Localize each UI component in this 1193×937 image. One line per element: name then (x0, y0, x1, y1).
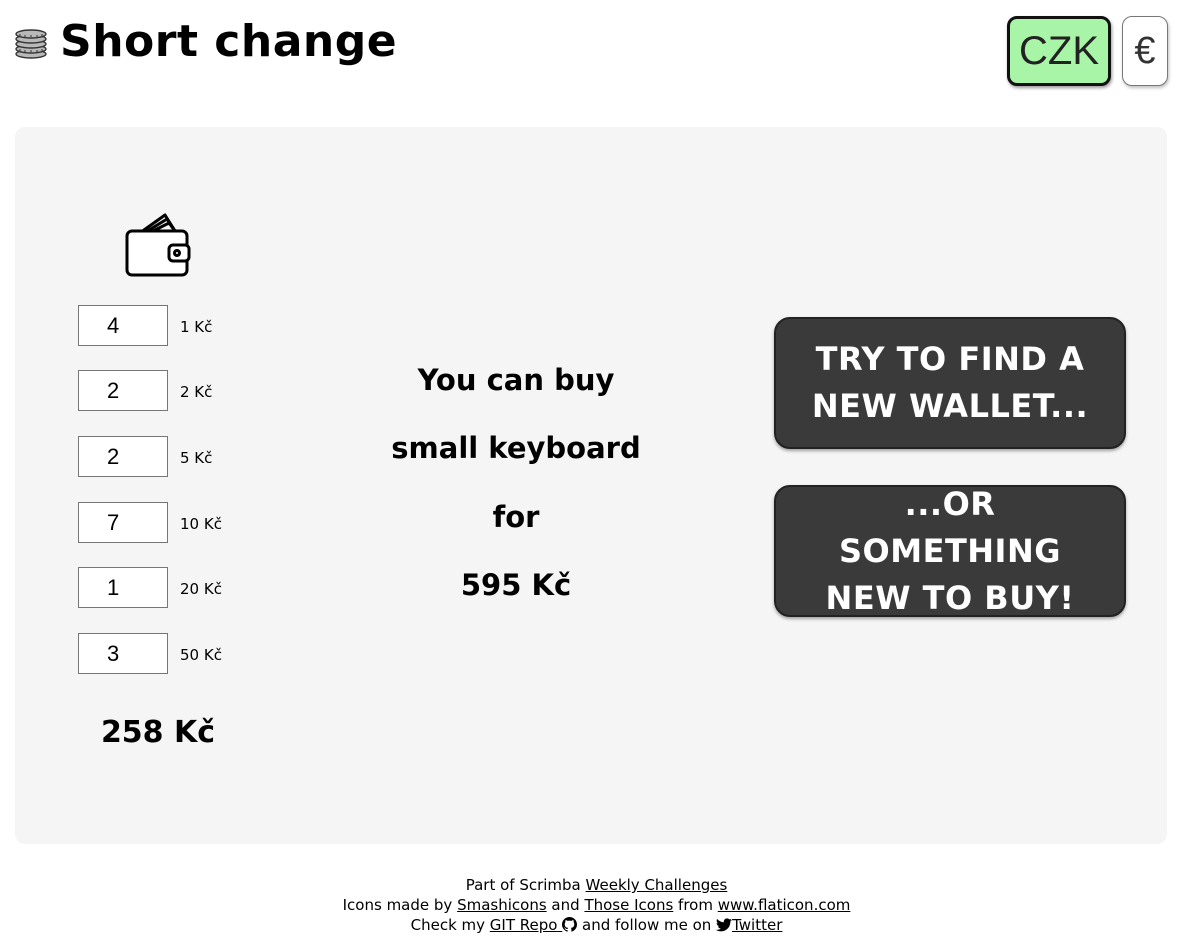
wallet-total: 258 Kč (100, 715, 216, 750)
main-card: 4 1 Kč 2 2 Kč 2 5 Kč 7 10 Kč 1 20 Kč 3 5… (15, 127, 1167, 844)
footer-line-2: Icons made by Smashicons and Those Icons… (0, 895, 1193, 915)
app-title: Short change (60, 16, 398, 67)
find-new-wallet-button[interactable]: TRY TO FIND A NEW WALLET... (774, 317, 1126, 449)
github-icon (562, 917, 578, 932)
footer-text: Icons made by (342, 896, 453, 914)
flaticon-link[interactable]: www.flaticon.com (718, 896, 851, 914)
footer-line-3: Check my GIT Repo and follow me on Twitt… (0, 915, 1193, 935)
wallet-icon (125, 213, 191, 277)
twitter-label: Twitter (732, 916, 783, 934)
twitter-icon (716, 918, 733, 932)
footer: Part of Scrimba Weekly Challenges Icons … (0, 875, 1193, 935)
footer-text: Check my (410, 916, 486, 934)
coin-count-input-10[interactable]: 7 (78, 502, 168, 543)
footer-text: and follow me on (582, 916, 712, 934)
footer-text: from (678, 896, 713, 914)
coins-icon (15, 29, 47, 59)
coin-label-5: 5 Kč (180, 449, 213, 467)
coin-label-10: 10 Kč (180, 515, 222, 533)
git-repo-link[interactable]: GIT Repo (489, 916, 578, 934)
weekly-challenges-link[interactable]: Weekly Challenges (586, 876, 728, 894)
footer-line-1: Part of Scrimba Weekly Challenges (0, 875, 1193, 895)
result-item-name: small keyboard (391, 431, 641, 465)
footer-text: and (551, 896, 580, 914)
currency-czk-button[interactable]: CZK (1007, 16, 1111, 86)
coin-count-input-2[interactable]: 2 (78, 370, 168, 411)
result-for: for (492, 500, 540, 534)
result-price: 595 Kč (460, 568, 572, 602)
new-item-button[interactable]: ...OR SOMETHING NEW TO BUY! (774, 485, 1126, 617)
git-repo-label: GIT Repo (489, 916, 558, 934)
smashicons-link[interactable]: Smashicons (457, 896, 547, 914)
coin-count-input-20[interactable]: 1 (78, 567, 168, 608)
coin-count-input-5[interactable]: 2 (78, 436, 168, 477)
coin-label-2: 2 Kč (180, 383, 213, 401)
currency-eur-button[interactable]: € (1122, 16, 1168, 86)
coin-label-1: 1 Kč (180, 318, 213, 336)
header: Short change CZK € (0, 0, 1193, 100)
coin-label-50: 50 Kč (180, 646, 222, 664)
coin-count-input-1[interactable]: 4 (78, 305, 168, 346)
result-intro: You can buy (417, 363, 615, 397)
coin-count-input-50[interactable]: 3 (78, 633, 168, 674)
coin-label-20: 20 Kč (180, 580, 222, 598)
footer-text: Part of Scrimba (465, 876, 581, 894)
twitter-link[interactable]: Twitter (716, 916, 782, 934)
those-icons-link[interactable]: Those Icons (584, 896, 673, 914)
